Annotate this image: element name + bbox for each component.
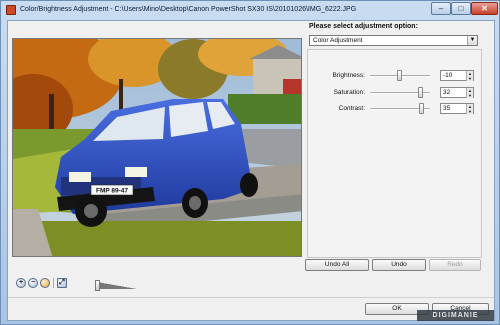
zoom-in-icon[interactable]: + <box>16 278 26 288</box>
toolbar-separator <box>53 278 54 288</box>
contrast-value: 35 <box>443 105 451 112</box>
dialog-body: FMP 89-47 + − ⤢ Please select adjustment… <box>7 20 495 321</box>
brightness-value: -10 <box>443 72 453 79</box>
photo-image: FMP 89-47 <box>13 39 301 256</box>
zoom-slider[interactable] <box>95 280 137 291</box>
brightness-spinbox[interactable]: -10 ▲ ▼ <box>440 70 474 81</box>
saturation-row: Saturation: 32 ▲ ▼ <box>308 87 483 99</box>
brightness-slider-thumb[interactable] <box>397 70 402 81</box>
contrast-slider-thumb[interactable] <box>419 103 424 114</box>
undo-all-button[interactable]: Undo All <box>305 259 369 271</box>
spin-down-icon[interactable]: ▼ <box>466 93 473 98</box>
hand-icon[interactable] <box>40 278 50 288</box>
maximize-button[interactable]: □ <box>451 2 471 15</box>
spin-down-icon[interactable]: ▼ <box>466 76 473 81</box>
window-title: Color/Brightness Adjustment - C:\Users\M… <box>20 6 357 13</box>
brightness-label: Brightness: <box>332 72 365 79</box>
license-plate-text: FMP 89-47 <box>96 188 128 195</box>
adjustment-option-value: Color Adjustment <box>313 37 363 44</box>
saturation-spinbox[interactable]: 32 ▲ ▼ <box>440 87 474 98</box>
brightness-row: Brightness: -10 ▲ ▼ <box>308 70 483 82</box>
zoom-out-icon[interactable]: − <box>28 278 38 288</box>
minimize-button[interactable]: – <box>431 2 451 15</box>
saturation-slider-thumb[interactable] <box>418 87 423 98</box>
zoom-slider-ramp <box>97 282 137 289</box>
dialog-window: Color/Brightness Adjustment - C:\Users\M… <box>0 0 500 325</box>
maximize-icon: □ <box>458 4 464 13</box>
photo-preview[interactable]: FMP 89-47 <box>12 38 302 257</box>
adjustment-panel: Brightness: -10 ▲ ▼ Saturation: 32 ▲ ▼ C… <box>307 49 482 258</box>
undo-button[interactable]: Undo <box>372 259 426 271</box>
watermark-logo: DIGIMANIE <box>417 310 494 321</box>
contrast-row: Contrast: 35 ▲ ▼ <box>308 103 483 115</box>
title-bar[interactable]: Color/Brightness Adjustment - C:\Users\M… <box>1 1 499 19</box>
zoom-slider-thumb[interactable] <box>95 280 100 291</box>
close-button[interactable]: ✕ <box>471 2 498 15</box>
footer-divider <box>8 297 494 298</box>
adjustment-option-select[interactable]: Color Adjustment ▼ <box>309 35 478 46</box>
saturation-label: Saturation: <box>333 89 365 96</box>
chevron-down-icon[interactable]: ▼ <box>467 36 477 45</box>
minimize-icon: – <box>438 4 444 13</box>
redo-button[interactable]: Redo <box>429 259 481 271</box>
fit-icon[interactable]: ⤢ <box>57 278 67 288</box>
app-icon <box>6 5 16 15</box>
contrast-label: Contrast: <box>338 105 365 112</box>
adjustment-prompt: Please select adjustment option: <box>309 23 418 30</box>
spin-down-icon[interactable]: ▼ <box>466 109 473 114</box>
saturation-value: 32 <box>443 89 451 96</box>
close-icon: ✕ <box>481 4 488 13</box>
contrast-spinbox[interactable]: 35 ▲ ▼ <box>440 103 474 114</box>
